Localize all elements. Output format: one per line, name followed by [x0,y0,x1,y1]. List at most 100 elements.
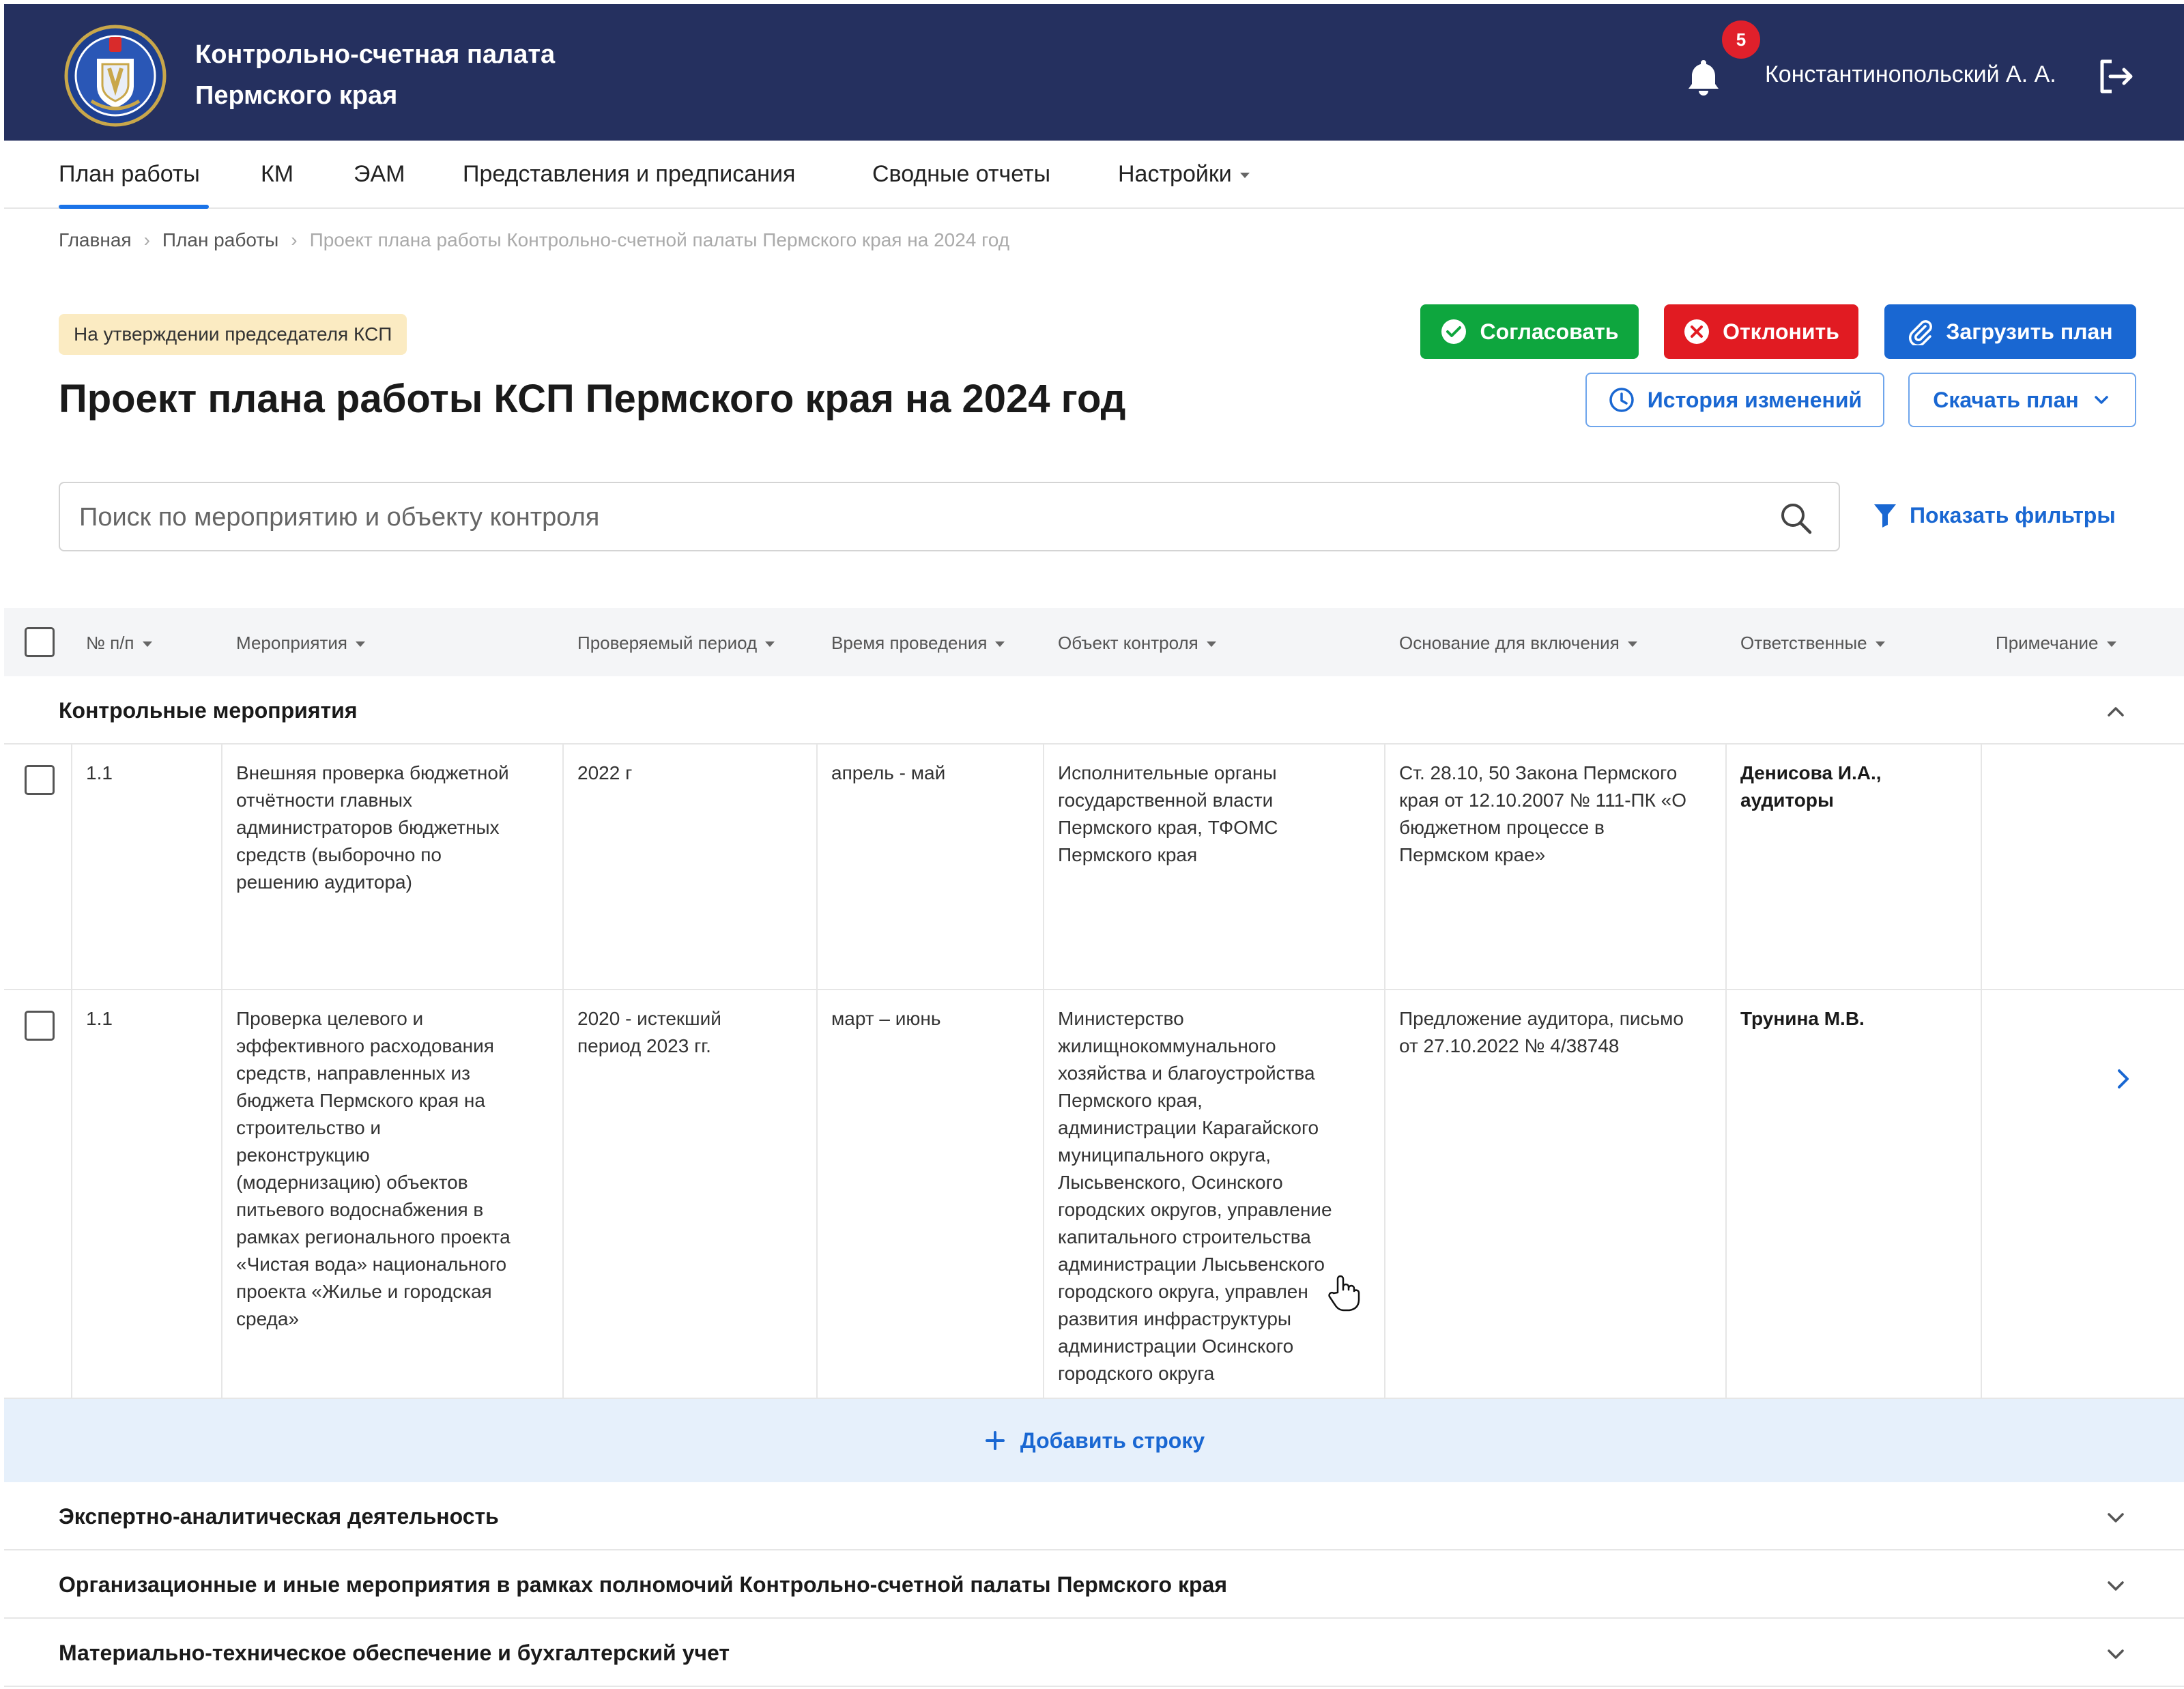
text-line: Пермском крае» [1399,844,1546,865]
nav-item-plan[interactable]: План работы [59,161,200,188]
caret-down-icon [1239,173,1250,179]
add-row-button[interactable]: Добавить строку [4,1399,2184,1482]
nav-item-representations[interactable]: Представления и предписания [463,161,795,188]
hand-cursor-icon [1328,1275,1360,1312]
reject-button[interactable]: Отклонить [1664,304,1858,359]
x-circle-icon [1684,319,1710,344]
cell-divider [1981,990,1982,1398]
main-nav: План работы КМ ЭАМ Представления и предп… [4,141,2184,209]
col-event-label: Мероприятия [236,633,347,653]
text-line: капитального строительства [1058,1226,1311,1247]
history-button[interactable]: История изменений [1585,373,1884,427]
cell-object: Министерство жилищнокоммунального хозяйс… [1058,1005,1332,1387]
check-circle-icon [1441,319,1467,344]
text-line: Предложение аудитора, письмо [1399,1008,1684,1029]
text-line: Исполнительные органы [1058,762,1277,783]
show-filters-button[interactable]: Показать фильтры [1873,502,2116,528]
section-header-control[interactable]: Контрольные мероприятия [4,676,2184,745]
col-event[interactable]: Мероприятия [236,633,365,654]
active-tab-underline [59,205,209,209]
nav-item-reports[interactable]: Сводные отчеты [872,161,1050,188]
col-responsible[interactable]: Ответственные [1740,633,1885,654]
nav-item-settings[interactable]: Настройки [1118,161,1250,188]
show-filters-label: Показать фильтры [1910,502,2116,528]
breadcrumb-current: Проект плана работы Контрольно-счетной п… [309,229,1010,250]
table-row[interactable]: 1.1 Внешняя проверка бюджетной отчётност… [4,745,2184,990]
text-line: 2020 - истекший [577,1008,721,1029]
cell-divider [1725,745,1727,989]
cell-object: Исполнительные органы государственной вл… [1058,760,1278,869]
section-header-organizational[interactable]: Организационные и иные мероприятия в рам… [4,1550,2184,1619]
col-num[interactable]: № п/п [86,633,152,654]
table-header: № п/п Мероприятия Проверяемый период Вре… [4,608,2184,676]
user-name[interactable]: Константинопольский А. А. [1765,61,2056,88]
col-num-label: № п/п [86,633,134,653]
text-line: муниципального округа, [1058,1144,1271,1166]
approve-button[interactable]: Согласовать [1420,304,1639,359]
text-line: администрации Карагайского [1058,1117,1319,1138]
nav-item-km[interactable]: КМ [261,161,293,188]
upload-plan-button[interactable]: Загрузить план [1884,304,2136,359]
text-line: развития инфраструктуры [1058,1308,1292,1329]
col-note[interactable]: Примечание [1996,633,2116,654]
org-name: Контрольно-счетная палата Пермского края [195,34,555,116]
text-line: администрации Лысьвенского [1058,1254,1325,1275]
cell-basis: Предложение аудитора, письмо от 27.10.20… [1399,1005,1684,1060]
text-line: Пермского края [1058,844,1198,865]
status-badge: На утверждении председателя КСП [59,314,407,355]
cell-divider [221,745,222,989]
text-line: Денисова И.А., [1740,762,1882,783]
ksp-logo[interactable] [64,25,167,127]
cell-responsible: Трунина М.В. [1740,1005,1865,1033]
text-line: аудиторы [1740,790,1834,811]
section-header-expert[interactable]: Экспертно-аналитическая деятельность [4,1482,2184,1550]
nav-item-eam[interactable]: ЭАМ [354,161,405,188]
notification-badge[interactable]: 5 [1722,20,1760,59]
sort-caret-icon [995,641,1005,648]
text-line: строительство и [236,1117,382,1138]
cell-responsible: Денисова И.А., аудиторы [1740,760,1882,814]
nav-item-settings-label: Настройки [1118,161,1232,187]
text-line: края от 12.10.2007 № 111-ПК «О [1399,790,1687,811]
logout-icon[interactable] [2095,56,2136,97]
table-row[interactable]: 1.1 Проверка целевого и эффективного рас… [4,990,2184,1399]
text-line: проекта «Жилье и городская [236,1281,492,1302]
col-object[interactable]: Объект контроля [1058,633,1216,654]
breadcrumb: Главная › План работы › Проект плана работы … [59,229,1009,251]
text-line: от 27.10.2022 № 4/38748 [1399,1035,1620,1056]
breadcrumb-plan[interactable]: План работы [162,229,278,250]
cell-divider [1043,990,1044,1398]
chevron-right-icon[interactable] [2113,1065,2133,1093]
bell-icon[interactable] [1686,57,1721,96]
text-line: средств (выборочно по [236,844,442,865]
breadcrumb-home[interactable]: Главная [59,229,132,250]
text-line: Ст. 28.10, 50 Закона Пермского [1399,762,1678,783]
row-checkbox[interactable] [25,1011,55,1041]
chevron-down-icon[interactable] [2103,1642,2128,1666]
col-time-label: Время проведения [831,633,988,653]
chevron-up-icon[interactable] [2103,699,2128,724]
select-all-checkbox[interactable] [25,627,55,657]
col-basis[interactable]: Основание для включения [1399,633,1637,654]
text-line: Трунина М.В. [1740,1008,1865,1029]
row-checkbox[interactable] [25,765,55,795]
download-plan-button[interactable]: Скачать план [1908,373,2136,427]
search-input[interactable] [79,497,1717,538]
text-line: апрель - май [831,762,946,783]
text-line: период 2023 гг. [577,1035,711,1056]
section-header-logistics[interactable]: Материально-техническое обеспечение и бу… [4,1619,2184,1687]
cell-event: Внешняя проверка бюджетной отчётности гл… [236,760,509,896]
text-line: бюджетном процессе в [1399,817,1605,838]
chevron-down-icon[interactable] [2103,1574,2128,1598]
cell-period: 2020 - истекший период 2023 гг. [577,1005,721,1060]
chevron-down-icon[interactable] [2103,1505,2128,1530]
text-line: городского округа, управлен [1058,1281,1308,1302]
col-time[interactable]: Время проведения [831,633,1005,654]
text-line: администраторов бюджетных [236,817,500,838]
search-icon[interactable] [1779,501,1814,536]
reject-button-label: Отклонить [1723,319,1839,344]
cell-divider [1043,745,1044,989]
text-line: бюджета Пермского края на [236,1090,485,1111]
section-title: Материально-техническое обеспечение и бу… [59,1641,730,1665]
col-period[interactable]: Проверяемый период [577,633,775,654]
